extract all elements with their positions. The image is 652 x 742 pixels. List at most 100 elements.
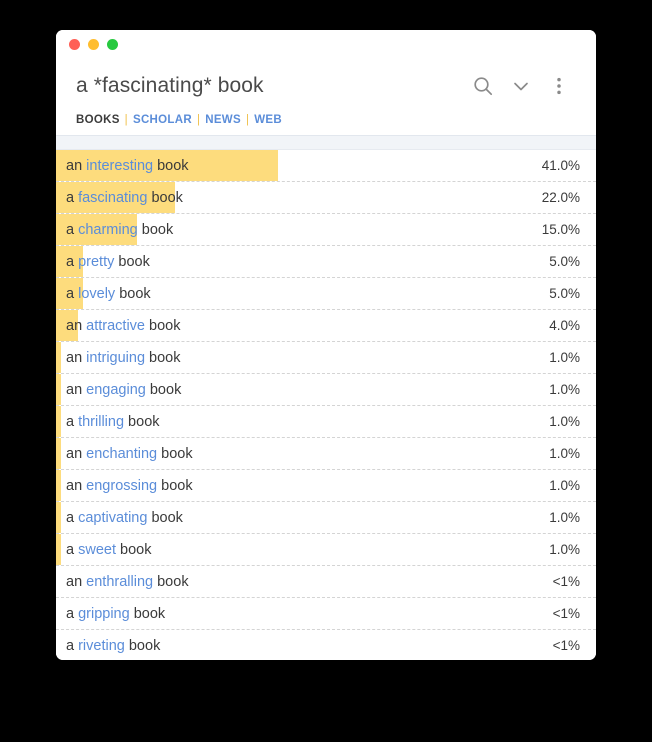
phrase-article: a (66, 253, 79, 270)
phrase-adjective[interactable]: pretty (78, 254, 114, 270)
result-row[interactable]: a lovely book 5.0% (56, 278, 596, 310)
result-phrase: a lovely book (56, 286, 151, 302)
phrase-noun: book (115, 285, 151, 302)
overflow-menu-button[interactable] (542, 69, 576, 103)
phrase-adjective[interactable]: engrossing (86, 478, 157, 494)
tab-separator: | (124, 114, 128, 126)
header-actions (466, 69, 576, 103)
phrase-adjective[interactable]: enchanting (86, 446, 157, 462)
phrase-adjective[interactable]: enthralling (86, 574, 153, 590)
phrase-noun: book (129, 605, 166, 622)
close-window-button[interactable] (69, 38, 80, 50)
expand-button[interactable] (504, 69, 538, 103)
result-phrase: an interesting book (56, 158, 189, 174)
result-phrase: an enthralling book (56, 574, 189, 590)
result-row[interactable]: an enchanting book 1.0% (56, 438, 596, 470)
phrase-article: an (66, 157, 87, 174)
result-row[interactable]: a pretty book 5.0% (56, 246, 596, 278)
header-top-row: a *fascinating* book (76, 64, 576, 108)
phrase-noun: book (153, 157, 189, 174)
result-percentage: <1% (552, 574, 580, 589)
phrase-article: an (66, 381, 87, 398)
phrase-adjective[interactable]: lovely (78, 286, 115, 302)
result-phrase: a riveting book (56, 638, 160, 654)
page-title: a *fascinating* book (76, 74, 264, 97)
phrase-adjective[interactable]: engaging (86, 382, 146, 398)
app-window: a *fascinating* book BOOKS | SCHOLAR | N… (56, 30, 596, 660)
tab-web[interactable]: WEB (254, 114, 282, 126)
result-percentage: 15.0% (541, 222, 580, 237)
source-tabs: BOOKS | SCHOLAR | NEWS | WEB (76, 108, 576, 135)
result-percentage: 5.0% (549, 286, 580, 301)
phrase-adjective[interactable]: riveting (78, 638, 125, 654)
phrase-article: a (66, 285, 79, 302)
result-row[interactable]: a sweet book 1.0% (56, 534, 596, 566)
chevron-down-icon (510, 75, 532, 97)
tab-scholar[interactable]: SCHOLAR (133, 114, 192, 126)
phrase-noun: book (145, 381, 182, 398)
tab-news[interactable]: NEWS (205, 114, 241, 126)
phrase-adjective[interactable]: captivating (78, 510, 147, 526)
result-phrase: a gripping book (56, 606, 165, 622)
result-percentage: 1.0% (549, 350, 580, 365)
phrase-noun: book (153, 573, 189, 590)
result-row[interactable]: a charming book 15.0% (56, 214, 596, 246)
result-row[interactable]: an enthralling book <1% (56, 566, 596, 598)
phrase-noun: book (145, 349, 181, 366)
result-row[interactable]: a gripping book <1% (56, 598, 596, 630)
result-row[interactable]: an intriguing book 1.0% (56, 342, 596, 374)
phrase-noun: book (114, 253, 150, 270)
search-icon (472, 75, 494, 97)
result-percentage: 22.0% (541, 190, 580, 205)
phrase-noun: book (147, 509, 183, 526)
phrase-noun: book (124, 413, 160, 430)
result-row[interactable]: a captivating book 1.0% (56, 502, 596, 534)
phrase-article: a (66, 637, 79, 654)
search-button[interactable] (466, 69, 500, 103)
phrase-adjective[interactable]: charming (78, 222, 138, 238)
phrase-article: an (66, 349, 87, 366)
phrase-adjective[interactable]: attractive (86, 318, 145, 334)
phrase-article: a (66, 509, 79, 526)
phrase-article: an (66, 445, 87, 462)
result-phrase: an intriguing book (56, 350, 181, 366)
phrase-adjective[interactable]: thrilling (78, 414, 124, 430)
result-phrase: a captivating book (56, 510, 183, 526)
phrase-noun: book (147, 189, 183, 206)
tab-books[interactable]: BOOKS (76, 114, 120, 126)
phrase-adjective[interactable]: gripping (78, 606, 130, 622)
tab-separator: | (196, 114, 201, 126)
result-row[interactable]: an engaging book 1.0% (56, 374, 596, 406)
result-percentage: <1% (552, 638, 580, 653)
phrase-adjective[interactable]: interesting (86, 158, 153, 174)
phrase-adjective[interactable]: sweet (78, 542, 116, 558)
result-phrase: a pretty book (56, 254, 150, 270)
result-phrase: a sweet book (56, 542, 151, 558)
result-percentage: 5.0% (549, 254, 580, 269)
result-percentage: 1.0% (549, 542, 580, 557)
phrase-article: an (66, 317, 87, 334)
zoom-window-button[interactable] (107, 38, 118, 50)
result-phrase: an engrossing book (56, 478, 193, 494)
phrase-noun: book (137, 221, 174, 238)
overflow-menu-icon (548, 75, 570, 97)
phrase-adjective[interactable]: intriguing (86, 350, 145, 366)
phrase-article: a (66, 189, 79, 206)
result-row[interactable]: a thrilling book 1.0% (56, 406, 596, 438)
result-row[interactable]: an interesting book 41.0% (56, 150, 596, 182)
result-phrase: an enchanting book (56, 446, 193, 462)
result-phrase: a charming book (56, 222, 173, 238)
result-percentage: 1.0% (549, 446, 580, 461)
result-row[interactable]: an attractive book 4.0% (56, 310, 596, 342)
result-row[interactable]: a riveting book <1% (56, 630, 596, 660)
result-percentage: 4.0% (549, 318, 580, 333)
tab-separator: | (245, 114, 250, 126)
phrase-article: an (66, 573, 87, 590)
phrase-article: a (66, 541, 79, 558)
result-row[interactable]: a fascinating book 22.0% (56, 182, 596, 214)
result-phrase: an engaging book (56, 382, 181, 398)
minimize-window-button[interactable] (88, 38, 99, 50)
phrase-adjective[interactable]: fascinating (78, 190, 147, 206)
result-percentage: 1.0% (549, 510, 580, 525)
result-row[interactable]: an engrossing book 1.0% (56, 470, 596, 502)
